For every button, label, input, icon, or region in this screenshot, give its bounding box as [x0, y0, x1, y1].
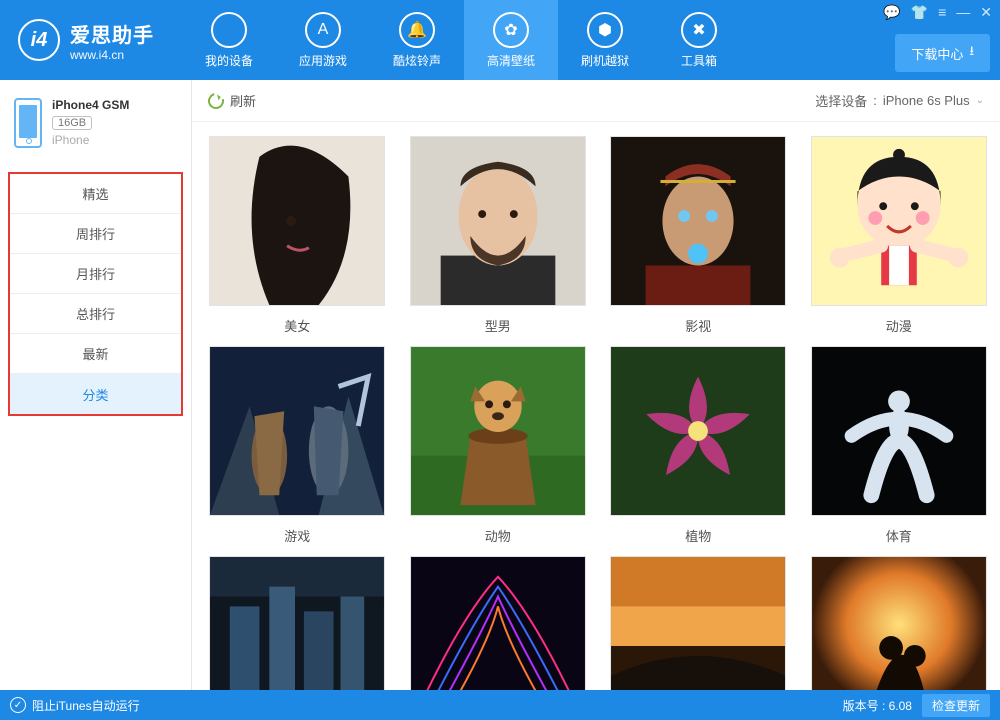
category-card-plant[interactable]: 植物 [607, 346, 790, 544]
nav-my-device[interactable]: 我的设备 [182, 0, 276, 80]
category-card-beauty[interactable]: 美女 [206, 136, 389, 334]
thumb-12[interactable] [811, 556, 987, 690]
category-card-10[interactable] [407, 556, 590, 690]
thumb-sport[interactable] [811, 346, 987, 516]
thumb-9[interactable] [209, 556, 385, 690]
nav-apps[interactable]: A 应用游戏 [276, 0, 370, 80]
version-text: 版本号 : 6.08 [843, 697, 912, 714]
sidebar-item-week[interactable]: 周排行 [10, 214, 181, 254]
app-subtitle: www.i4.cn [70, 48, 154, 62]
category-card-9[interactable] [206, 556, 389, 690]
check-update-button[interactable]: 检查更新 [922, 694, 990, 717]
thumb-game[interactable] [209, 346, 385, 516]
thumb-10[interactable] [410, 556, 586, 690]
menu-icon[interactable]: ≡ [938, 4, 946, 21]
sidebar: iPhone4 GSM 16GB iPhone 精选 周排行 月排行 总排行 最… [0, 80, 192, 690]
device-name: iPhone4 GSM [52, 98, 129, 112]
thumb-beauty[interactable] [209, 136, 385, 306]
nav-ringtones[interactable]: 🔔 酷炫铃声 [370, 0, 464, 80]
category-card-11[interactable] [607, 556, 790, 690]
device-type: iPhone [52, 133, 129, 147]
window-controls: 💬 👕 ≡ — ✕ [883, 4, 992, 21]
logo-icon: i4 [18, 19, 60, 61]
sidebar-item-newest[interactable]: 最新 [10, 334, 181, 374]
app-header: i4 爱思助手 www.i4.cn 我的设备 A 应用游戏 🔔 酷炫铃声 ✿ 高… [0, 0, 1000, 80]
download-icon: ⭳ [969, 42, 974, 64]
refresh-icon [205, 90, 227, 112]
device-panel[interactable]: iPhone4 GSM 16GB iPhone [0, 92, 191, 162]
phone-icon [14, 98, 42, 148]
thumb-movie[interactable] [610, 136, 786, 306]
category-card-game[interactable]: 游戏 [206, 346, 389, 544]
device-selector[interactable]: 选择设备 : iPhone 6s Plus ⌄ [815, 91, 984, 110]
minimize-icon[interactable]: — [956, 4, 970, 21]
check-icon: ✓ [10, 697, 26, 713]
refresh-button[interactable]: 刷新 [208, 91, 256, 110]
toolbar: 刷新 选择设备 : iPhone 6s Plus ⌄ [192, 80, 1000, 122]
close-icon[interactable]: ✕ [980, 4, 992, 21]
category-card-anime[interactable]: 动漫 [808, 136, 991, 334]
logo: i4 爱思助手 www.i4.cn [0, 19, 172, 62]
sidebar-item-all[interactable]: 总排行 [10, 294, 181, 334]
nav-tools[interactable]: ✖ 工具箱 [652, 0, 746, 80]
category-card-12[interactable] [808, 556, 991, 690]
box-icon: ⬢ [587, 12, 623, 48]
main-nav: 我的设备 A 应用游戏 🔔 酷炫铃声 ✿ 高清壁纸 ⬢ 刷机越狱 ✖ 工具箱 [182, 0, 746, 80]
category-card-male[interactable]: 型男 [407, 136, 590, 334]
wrench-icon: ✖ [681, 12, 717, 48]
thumb-male[interactable] [410, 136, 586, 306]
itunes-toggle[interactable]: ✓ 阻止iTunes自动运行 [10, 697, 140, 714]
main-content: 刷新 选择设备 : iPhone 6s Plus ⌄ 美女 [192, 80, 1000, 690]
sidebar-item-category[interactable]: 分类 [10, 374, 181, 414]
skin-icon[interactable]: 👕 [911, 4, 928, 21]
category-card-animal[interactable]: 动物 [407, 346, 590, 544]
thumb-animal[interactable] [410, 346, 586, 516]
flower-icon: ✿ [493, 12, 529, 48]
bell-icon: 🔔 [399, 12, 435, 48]
thumb-anime[interactable] [811, 136, 987, 306]
nav-wallpapers[interactable]: ✿ 高清壁纸 [464, 0, 558, 80]
download-center-button[interactable]: 下载中心 ⭳ [895, 34, 990, 72]
device-capacity: 16GB [52, 116, 92, 130]
sidebar-item-month[interactable]: 月排行 [10, 254, 181, 294]
thumb-plant[interactable] [610, 346, 786, 516]
status-bar: ✓ 阻止iTunes自动运行 版本号 : 6.08 检查更新 [0, 690, 1000, 720]
nav-flash[interactable]: ⬢ 刷机越狱 [558, 0, 652, 80]
app-title: 爱思助手 [70, 19, 154, 48]
category-card-movie[interactable]: 影视 [607, 136, 790, 334]
category-card-sport[interactable]: 体育 [808, 346, 991, 544]
chevron-down-icon: ⌄ [976, 95, 984, 106]
sidebar-item-featured[interactable]: 精选 [10, 174, 181, 214]
feedback-icon[interactable]: 💬 [883, 4, 900, 21]
thumb-11[interactable] [610, 556, 786, 690]
category-grid: 美女 型男 影视 [206, 136, 990, 690]
apple-icon [211, 12, 247, 48]
sidebar-menu: 精选 周排行 月排行 总排行 最新 分类 [8, 172, 183, 416]
appstore-icon: A [305, 12, 341, 48]
